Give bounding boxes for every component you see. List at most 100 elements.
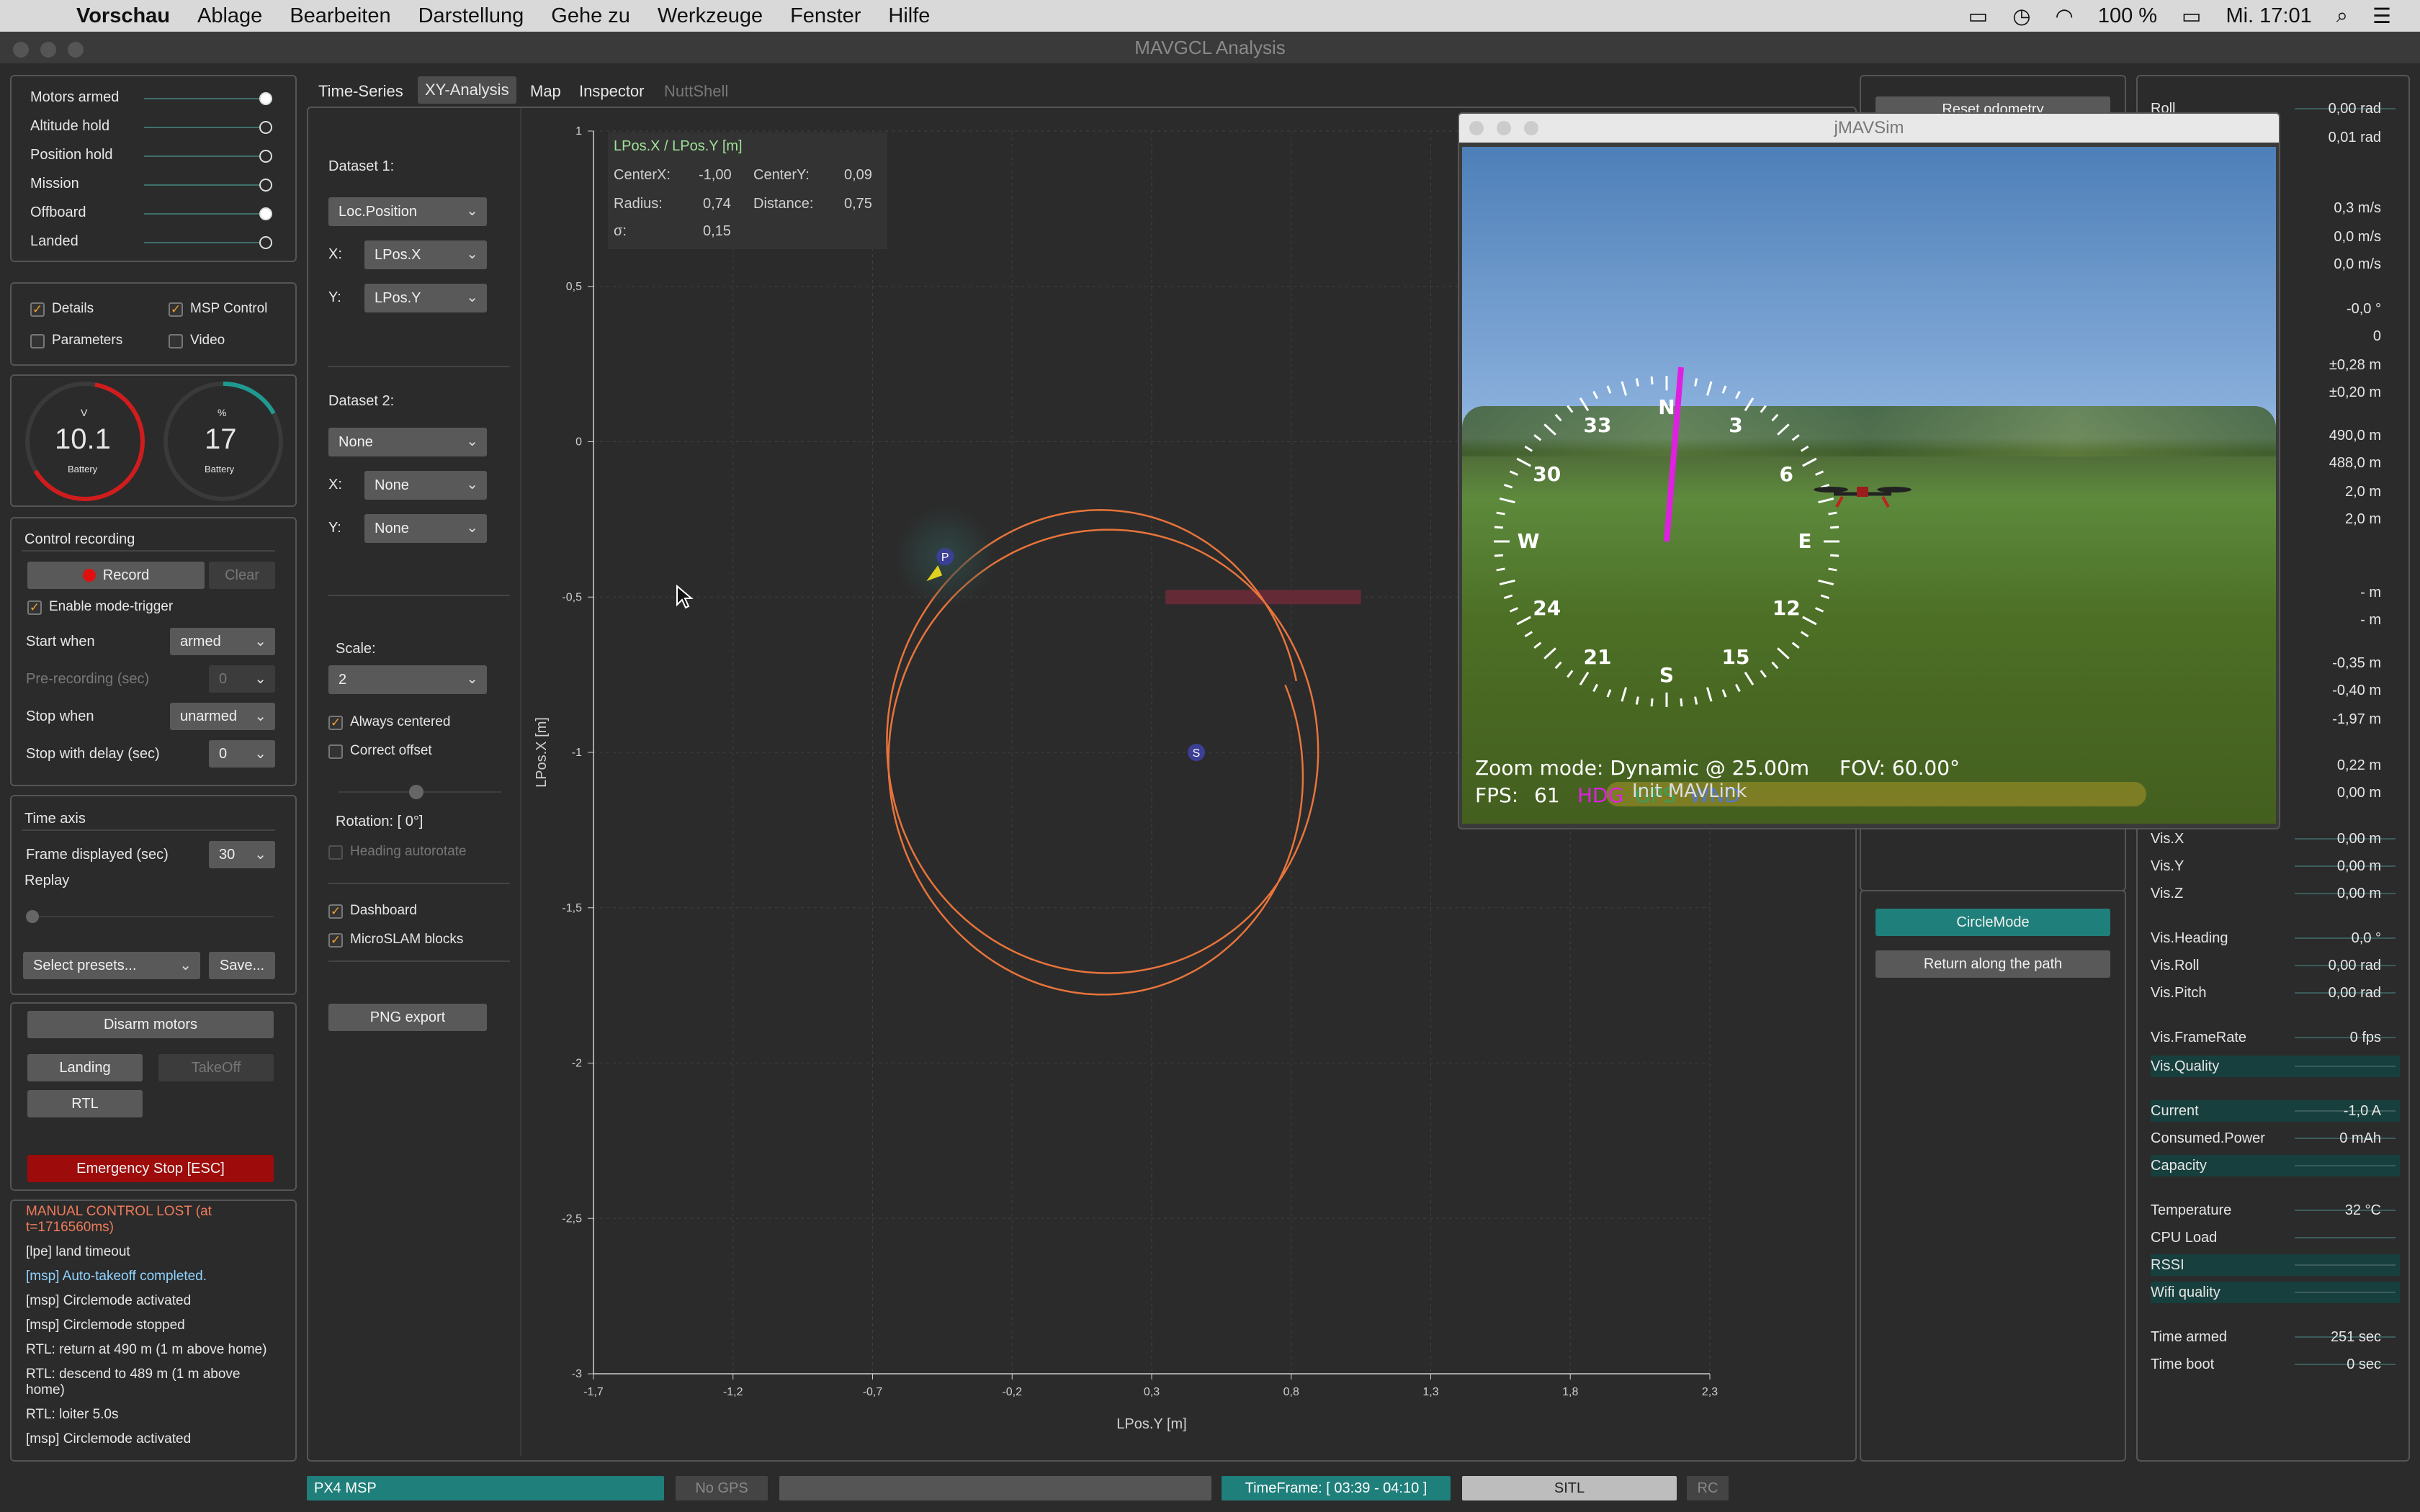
telemetry-value: 32 °C	[2344, 1202, 2381, 1218]
compass-tick	[1721, 385, 1727, 394]
drone-icon	[1814, 487, 1912, 508]
return-path-button[interactable]: Return along the path	[1876, 950, 2110, 978]
menu-hilfe[interactable]: Hilfe	[888, 4, 930, 28]
stop-delay-select[interactable]: 0	[209, 740, 275, 768]
dashboard-label: Dashboard	[350, 903, 417, 918]
frame-select[interactable]: 30	[209, 841, 275, 868]
jmavsim-window[interactable]: jMAVSim N 3 6 E 12 15 S 21 24 W 30 33 Zoom mode: Dy…	[1458, 112, 2280, 829]
minimize-window-button[interactable]	[1497, 121, 1511, 135]
marker-label: P	[941, 552, 949, 564]
wifi-icon[interactable]: ◠	[2056, 4, 2074, 29]
disarm-motors-button[interactable]: Disarm motors	[27, 1011, 274, 1038]
record-icon	[82, 569, 96, 582]
zoom-window-button[interactable]	[68, 42, 84, 58]
notification-center-icon[interactable]: ☰	[2372, 4, 2391, 29]
prerecording-select[interactable]: 0	[209, 665, 275, 693]
simulator-view[interactable]: N 3 6 E 12 15 S 21 24 W 30 33 Zoom mode: Dynamic @ …	[1462, 147, 2276, 824]
flag-indicator	[259, 179, 272, 192]
heading-autorotate-checkbox[interactable]	[328, 845, 343, 860]
telemetry-value: 0,00 m	[2336, 785, 2381, 801]
takeoff-button[interactable]: TakeOff	[158, 1054, 274, 1081]
parameters-checkbox[interactable]	[30, 334, 45, 348]
tab-xy-analysis[interactable]: XY-Analysis	[418, 76, 516, 104]
menu-app[interactable]: Vorschau	[76, 4, 170, 28]
scale-select[interactable]: 2	[328, 665, 487, 694]
menu-gehe-zu[interactable]: Gehe zu	[551, 4, 630, 28]
fps-value: 61	[1534, 783, 1560, 807]
dataset2-source-select[interactable]: None	[328, 428, 487, 456]
always-centered-label: Always centered	[350, 714, 451, 729]
compass-tick	[1744, 671, 1754, 685]
compass-tick	[1496, 511, 1505, 516]
replay-slider-handle[interactable]	[26, 910, 39, 923]
dataset2-y-select[interactable]: None	[364, 514, 487, 543]
distance-value: 0,75	[844, 196, 872, 212]
rtl-button[interactable]: RTL	[27, 1090, 143, 1117]
telemetry-bar	[2295, 1066, 2396, 1067]
compass-tick	[1494, 554, 1503, 557]
compass-tick	[1771, 413, 1779, 422]
menu-werkzeuge[interactable]: Werkzeuge	[658, 4, 763, 28]
emergency-stop-button[interactable]: Emergency Stop [ESC]	[27, 1155, 274, 1182]
airplay-icon[interactable]: ▭	[1968, 4, 1988, 29]
telemetry-label: Vis.X	[2151, 831, 2184, 847]
compass-label: W	[1518, 529, 1540, 553]
landing-button[interactable]: Landing	[27, 1054, 143, 1081]
battery-status[interactable]: 100 %	[2098, 4, 2157, 28]
heading-indicator	[1664, 366, 1684, 542]
telemetry-value: 490,0 m	[2329, 428, 2381, 444]
close-window-button[interactable]	[13, 42, 29, 58]
telemetry-value: 0,22 m	[2336, 757, 2381, 773]
dataset1-x-select[interactable]: LPos.X	[364, 240, 487, 269]
menu-fenster[interactable]: Fenster	[790, 4, 861, 28]
rotation-slider-handle[interactable]	[409, 785, 424, 799]
tab-map[interactable]: Map	[523, 78, 568, 105]
clear-button[interactable]: Clear	[209, 562, 275, 589]
circle-mode-button[interactable]: CircleMode	[1876, 909, 2110, 936]
record-button[interactable]: Record	[27, 562, 205, 589]
battery-icon[interactable]: ▭	[2182, 4, 2201, 29]
microslam-checkbox[interactable]: ✓	[328, 933, 343, 948]
jmavsim-title: jMAVSim	[1834, 118, 1904, 138]
compass-tick	[1744, 397, 1754, 412]
tab-time-series[interactable]: Time-Series	[311, 78, 411, 105]
msp-control-checkbox[interactable]: ✓	[169, 302, 183, 317]
mode-trigger-checkbox[interactable]: ✓	[27, 600, 42, 615]
plot-info-box: LPos.X / LPos.Y [m] CenterX: -1,00 Cente…	[608, 132, 887, 249]
spotlight-icon[interactable]: ⌕	[2336, 4, 2348, 28]
time-machine-icon[interactable]: ◷	[2012, 4, 2030, 29]
zoom-window-button[interactable]	[1524, 121, 1538, 135]
telemetry-value: 0 fps	[2349, 1030, 2381, 1045]
compass-tick	[1533, 642, 1542, 649]
start-when-select[interactable]: armed	[170, 628, 275, 655]
menu-bearbeiten[interactable]: Bearbeiten	[290, 4, 390, 28]
telemetry-value: 0 mAh	[2339, 1130, 2381, 1146]
correct-offset-checkbox[interactable]	[328, 744, 343, 759]
dataset1-y-select[interactable]: LPos.Y	[364, 284, 487, 312]
video-checkbox[interactable]	[169, 334, 183, 348]
minimize-window-button[interactable]	[40, 42, 56, 58]
dashboard-checkbox[interactable]: ✓	[328, 904, 343, 919]
dataset2-x-select[interactable]: None	[364, 471, 487, 500]
clock[interactable]: Mi. 17:01	[2226, 4, 2311, 28]
telemetry-value: 488,0 m	[2329, 455, 2381, 471]
close-window-button[interactable]	[1469, 121, 1484, 135]
stop-delay-label: Stop with delay (sec)	[26, 746, 160, 762]
presets-select[interactable]: Select presets...	[23, 952, 200, 979]
compass-tick	[1815, 607, 1824, 613]
tab-inspector[interactable]: Inspector	[572, 78, 652, 105]
menu-darstellung[interactable]: Darstellung	[418, 4, 524, 28]
png-export-button[interactable]: PNG export	[328, 1004, 487, 1031]
dataset1-source-select[interactable]: Loc.Position	[328, 197, 487, 226]
always-centered-checkbox[interactable]: ✓	[328, 716, 343, 730]
details-checkbox[interactable]: ✓	[30, 302, 45, 317]
tab-nuttshell[interactable]: NuttShell	[657, 78, 735, 105]
status-progress	[779, 1476, 1211, 1500]
compass-label: 15	[1722, 645, 1750, 669]
compass-tick	[1694, 378, 1698, 387]
menu-ablage[interactable]: Ablage	[197, 4, 262, 28]
stop-when-select[interactable]: unarmed	[170, 703, 275, 730]
ds2-y-label: Y:	[328, 520, 341, 536]
save-presets-button[interactable]: Save...	[209, 952, 275, 979]
replay-slider-track[interactable]	[29, 916, 274, 917]
